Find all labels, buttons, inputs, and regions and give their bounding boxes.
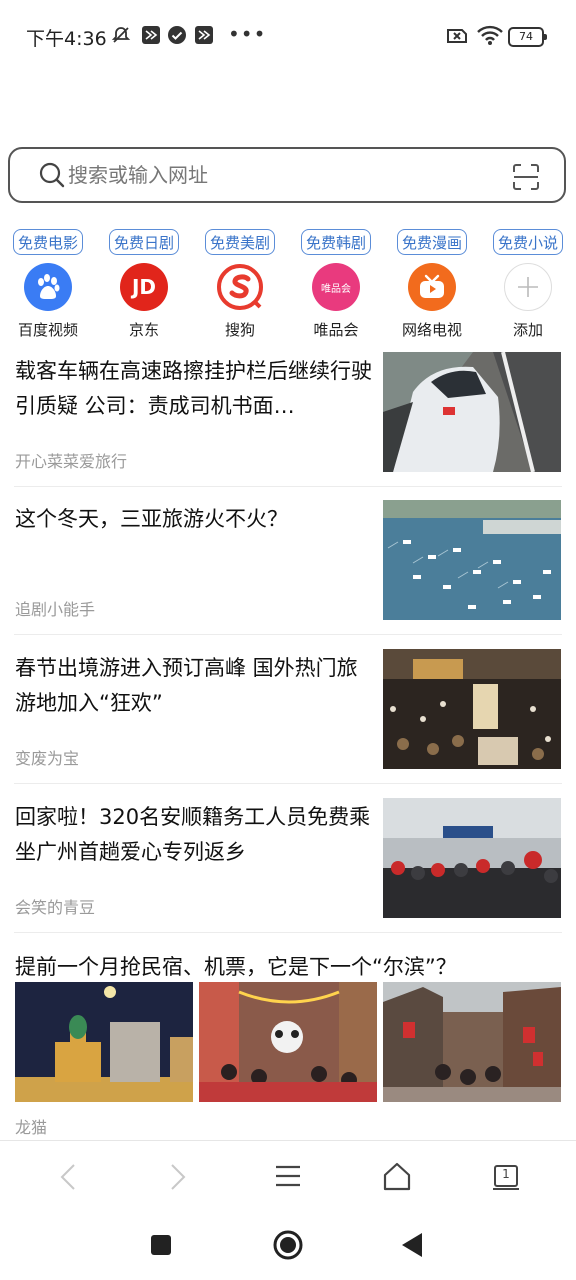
shortcut-network-tv[interactable]: 网络电视 [384,263,480,340]
divider [14,932,562,933]
wifi-icon [477,25,503,45]
mute-notification-icon [111,27,131,43]
news-title: 这个冬天，三亚旅游火不火？ [15,507,288,531]
tab-count: 1 [502,1167,510,1181]
tv-logo-icon [408,263,456,311]
tag-free-korean-drama[interactable]: 免费韩剧 [301,229,372,255]
news-thumbnail-car [383,352,561,472]
shortcut-label: 添加 [512,321,543,339]
baidu-paw-icon [24,263,72,311]
news-thumbnail-station-crowd [383,798,561,918]
shortcut-label: 搜狗 [224,321,255,339]
news-item[interactable]: 载客车辆在高速路擦挂护栏后继续行驶引质疑 公司：责成司机书面… 开心菜菜爱旅行 [0,352,576,486]
news-source: 变废为宝 [15,749,80,768]
search-icon [39,162,65,188]
status-time: 下午4:36 [26,28,107,50]
news-title: 春节出境游进入预订高峰 国外热门旅游地加入“狂欢” [15,656,358,715]
news-item[interactable]: 提前一个月抢民宿、机票，它是下一个“尔滨”？ 龙猫 [0,948,576,1138]
news-source: 龙猫 [15,1118,48,1137]
search-input[interactable] [68,158,488,192]
sim-off-icon [447,29,467,43]
divider [14,634,562,635]
news-thumbnail-street-crowd [199,982,377,1102]
tabs-button[interactable]: 1 [492,1163,520,1191]
search-bar[interactable] [8,147,566,203]
tag-free-us-drama[interactable]: 免费美剧 [205,229,276,255]
more-notifications-icon: ••• [228,22,267,46]
news-thumbnail-boats [383,500,561,620]
shortcut-jd[interactable]: JD 京东 [96,263,192,340]
app-notification-icon [142,26,160,44]
shortcut-add[interactable]: 添加 [480,263,576,340]
news-source: 追剧小能手 [15,600,96,619]
sogou-logo-icon [216,263,264,311]
news-source: 会笑的青豆 [15,898,96,917]
shortcut-label: 京东 [128,321,159,339]
app-notification-icon-2 [195,26,213,44]
jd-logo-icon: JD [120,263,168,311]
tag-free-japanese-drama[interactable]: 免费日剧 [109,229,180,255]
home-button-icon[interactable] [272,1229,304,1261]
news-thumbnail-church-night [15,982,193,1102]
news-source: 开心菜菜爱旅行 [15,452,128,471]
shortcut-label: 网络电视 [401,321,462,339]
battery-indicator: 74 [508,27,547,47]
scan-icon[interactable] [512,163,540,191]
news-item[interactable]: 回家啦！320名安顺籍务工人员免费乘坐广州首趟爱心专列返乡 会笑的青豆 [0,798,576,932]
tag-free-novels[interactable]: 免费小说 [493,229,564,255]
check-circle-icon [168,26,186,44]
shortcut-baidu-video[interactable]: 百度视频 [0,263,96,340]
browser-toolbar: 1 [0,1140,576,1213]
news-title: 回家啦！320名安顺籍务工人员免费乘坐广州首趟爱心专列返乡 [15,805,371,864]
recent-apps-icon[interactable] [150,1234,172,1256]
vip-logo-icon: 唯品会 [312,263,360,311]
menu-icon[interactable] [274,1163,302,1189]
add-icon [504,263,552,311]
tag-free-movie[interactable]: 免费电影 [13,229,84,255]
shortcut-vip[interactable]: 唯品会 唯品会 [288,263,384,340]
home-icon[interactable] [382,1161,412,1191]
news-item[interactable]: 这个冬天，三亚旅游火不火？ 追剧小能手 [0,500,576,634]
shortcut-label: 唯品会 [313,321,359,339]
shortcut-label: 百度视频 [17,321,78,339]
system-navigation-bar [0,1212,576,1280]
back-button-icon[interactable] [400,1232,424,1258]
status-bar: 下午4:36 ••• 74 [0,0,576,72]
divider [14,486,562,487]
tag-free-comics[interactable]: 免费漫画 [397,229,468,255]
news-title: 提前一个月抢民宿、机票，它是下一个“尔滨”？ [15,955,457,979]
news-thumbnail-old-town [383,982,561,1102]
news-title: 载客车辆在高速路擦挂护栏后继续行驶引质疑 公司：责成司机书面… [15,359,372,418]
news-item[interactable]: 春节出境游进入预订高峰 国外热门旅游地加入“狂欢” 变废为宝 [0,649,576,783]
divider [14,783,562,784]
back-icon[interactable] [58,1163,80,1191]
forward-icon[interactable] [166,1163,188,1191]
news-thumbnail-night-market [383,649,561,769]
shortcut-sogou[interactable]: 搜狗 [192,263,288,340]
